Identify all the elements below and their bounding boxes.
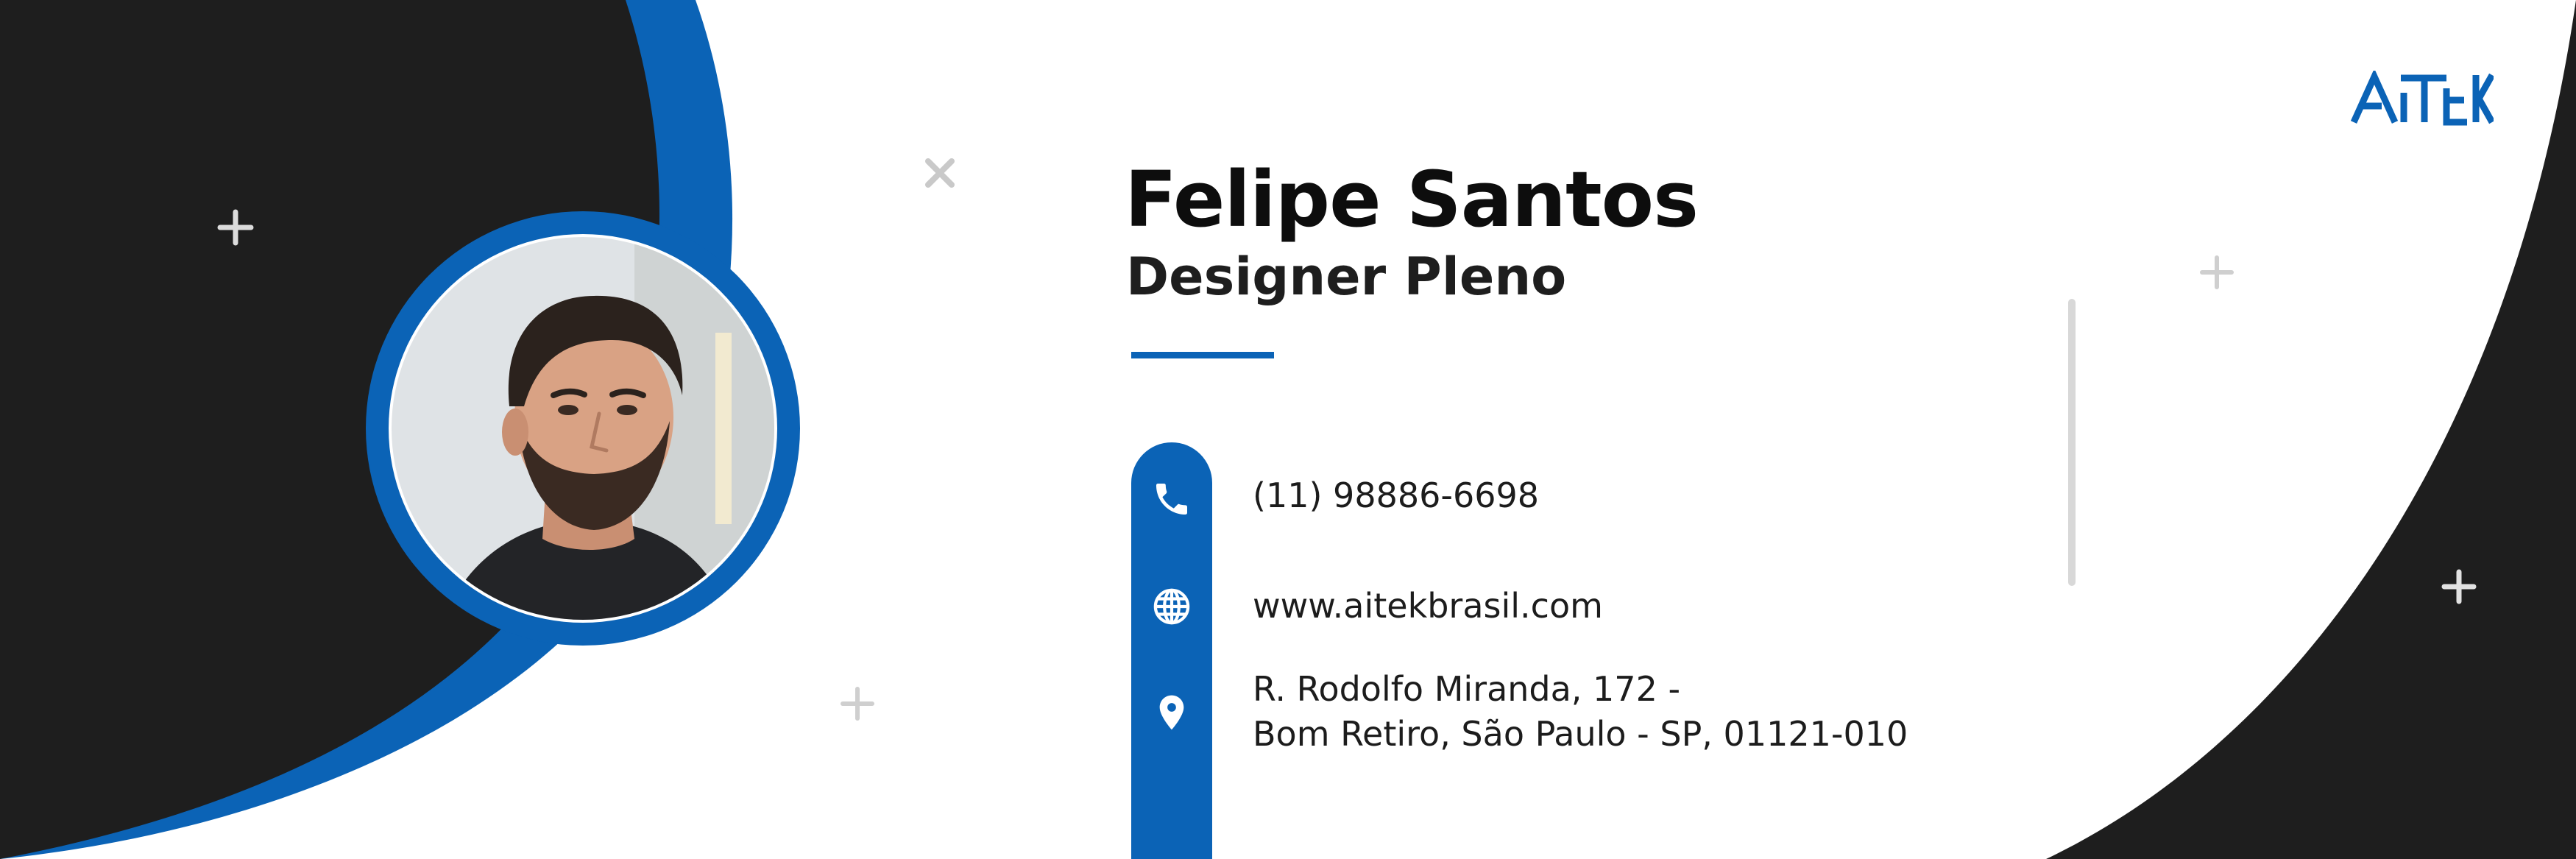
- title-underline: [1131, 352, 1274, 358]
- vertical-divider: [2068, 299, 2076, 586]
- right-dark-shape: [2046, 0, 2576, 859]
- website-link[interactable]: www.aitekbrasil.com: [1253, 583, 1603, 629]
- profile-name: Felipe Santos: [1125, 155, 1699, 244]
- plus-icon: [2200, 255, 2234, 289]
- location-pin-icon: [1151, 692, 1192, 733]
- email-signature-card: Felipe Santos Designer Pleno (11) 98886-…: [0, 0, 2576, 859]
- phone-number[interactable]: (11) 98886-6698: [1253, 473, 1539, 518]
- cross-icon: [925, 158, 955, 188]
- globe-icon: [1151, 586, 1192, 627]
- phone-icon: [1151, 478, 1192, 520]
- aitek-logo: [2350, 71, 2494, 126]
- profile-photo: [392, 237, 774, 620]
- plus-icon: [841, 687, 874, 721]
- address-line-1: R. Rodolfo Miranda, 172 -: [1253, 669, 1681, 709]
- address-line-2: Bom Retiro, São Paulo - SP, 01121-010: [1253, 714, 1908, 754]
- profile-role: Designer Pleno: [1126, 247, 1567, 307]
- avatar: [392, 237, 774, 620]
